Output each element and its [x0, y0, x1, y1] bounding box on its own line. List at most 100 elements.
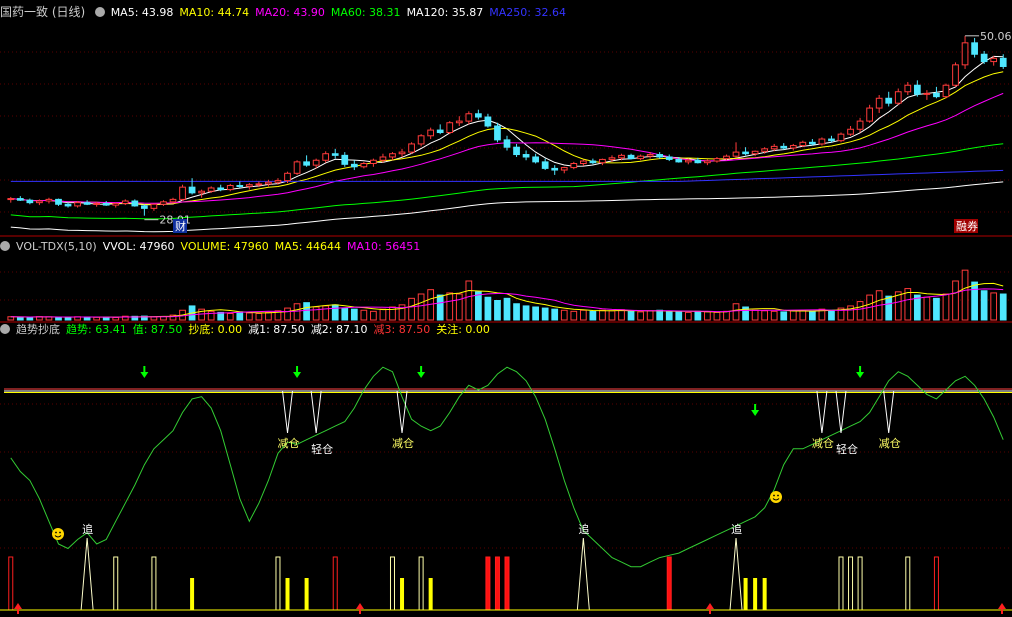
volume-bar: [608, 310, 616, 321]
candle-body: [83, 202, 91, 205]
candle-body: [284, 172, 291, 182]
chase-triangle: [80, 537, 94, 611]
volume-bar: [408, 297, 415, 321]
volume-bar: [55, 316, 62, 321]
volume-bar: [436, 294, 444, 321]
signal-bar-red: [8, 556, 14, 611]
volume-bar: [770, 310, 778, 321]
candle-body: [93, 202, 101, 205]
candle-body: [904, 84, 912, 93]
volume-bar: [589, 310, 597, 321]
volume-bar: [599, 309, 606, 321]
candle-body: [923, 92, 931, 95]
candle-body: [570, 163, 578, 169]
candle-body: [74, 202, 81, 207]
stock-chart: 国药一致 (日线) MA5: 43.98 MA10: 44.74 MA20: 43.…: [0, 0, 1012, 617]
candle-body: [541, 161, 549, 169]
volume-bar: [484, 296, 492, 321]
candle-body: [646, 154, 654, 157]
candle-body: [112, 202, 120, 206]
smiley-icon: [773, 494, 775, 497]
signal-bar-yellow: [304, 578, 309, 610]
ma250-line: [10, 169, 1004, 182]
signal-bar-outline: [113, 556, 119, 611]
volume-bar: [761, 310, 769, 321]
volume-bar: [379, 308, 387, 321]
candle-body: [799, 141, 807, 147]
candle-body: [913, 84, 921, 95]
volume-bar: [64, 316, 72, 321]
signal-bar-yellow: [190, 578, 195, 610]
chase-label: 追: [578, 522, 589, 536]
candle-body: [207, 187, 215, 192]
volume-bar: [226, 313, 234, 321]
signal-bar-red: [666, 556, 672, 611]
candle-body: [265, 181, 272, 185]
candle-body: [532, 156, 539, 163]
candle-body: [446, 122, 454, 134]
signal-bar-yellow: [285, 578, 290, 610]
volume-bar: [455, 293, 463, 321]
volume-bar: [360, 309, 368, 321]
margin-marker: 融券: [956, 219, 978, 233]
chase-triangle: [729, 537, 743, 611]
candle-body: [293, 161, 301, 174]
candle-body: [370, 159, 377, 165]
candle-body: [274, 180, 282, 183]
candle-body: [179, 186, 186, 200]
volume-bar: [93, 316, 101, 321]
candle-body: [971, 42, 978, 55]
candle-body: [579, 160, 587, 165]
candle-body: [226, 185, 234, 191]
candle-body: [933, 92, 940, 98]
volume-bar: [856, 301, 864, 321]
candle-body: [847, 128, 854, 135]
signal-bar-outline: [275, 556, 281, 611]
candle-body: [608, 157, 616, 160]
volume-bar: [150, 316, 158, 321]
volume-bar: [102, 316, 110, 321]
down-arrow-icon: [293, 372, 302, 378]
volume-bar: [713, 311, 721, 321]
volume-bar: [646, 310, 654, 321]
volume-bar: [627, 310, 635, 321]
volume-bar: [245, 312, 253, 321]
candle-body: [188, 186, 196, 194]
candle-body: [742, 151, 749, 155]
volume-bar: [417, 293, 425, 321]
volume-bar: [684, 311, 692, 321]
volume-bar: [990, 292, 998, 321]
candle-body: [999, 57, 1007, 67]
volume-bar: [303, 302, 310, 321]
smiley-icon: [55, 531, 57, 534]
smiley-icon: [52, 528, 64, 540]
candle-body: [169, 198, 177, 203]
chase-triangle: [576, 537, 590, 611]
smiley-icon: [59, 531, 61, 534]
volume-bar: [522, 305, 530, 321]
chart-canvas: 50.0628.01财融券减仓减仓减仓减仓轻仓轻仓追追追: [0, 30, 1012, 614]
signal-bar-red: [332, 556, 338, 611]
candle-body: [26, 199, 34, 204]
volume-bar: [799, 309, 807, 321]
candle-body: [952, 64, 959, 86]
volume-bar: [293, 303, 301, 321]
candle-body: [675, 158, 683, 163]
signal-bar-yellow: [762, 578, 767, 610]
volume-bar: [341, 307, 349, 321]
candle-body: [379, 156, 387, 161]
volume-bar: [207, 310, 215, 321]
volume-bar: [923, 296, 931, 321]
trend-line: [10, 366, 1004, 568]
volume-bar: [513, 303, 520, 321]
candle-body: [866, 107, 873, 122]
volume-bar: [16, 316, 24, 321]
candle-body: [341, 154, 349, 165]
volume-bar: [532, 306, 539, 321]
volume-bar: [236, 311, 244, 321]
volume-bar: [789, 310, 797, 321]
candle-body: [303, 161, 310, 166]
candle-body: [121, 200, 129, 204]
candle-body: [990, 57, 998, 63]
candle-body: [551, 167, 559, 171]
